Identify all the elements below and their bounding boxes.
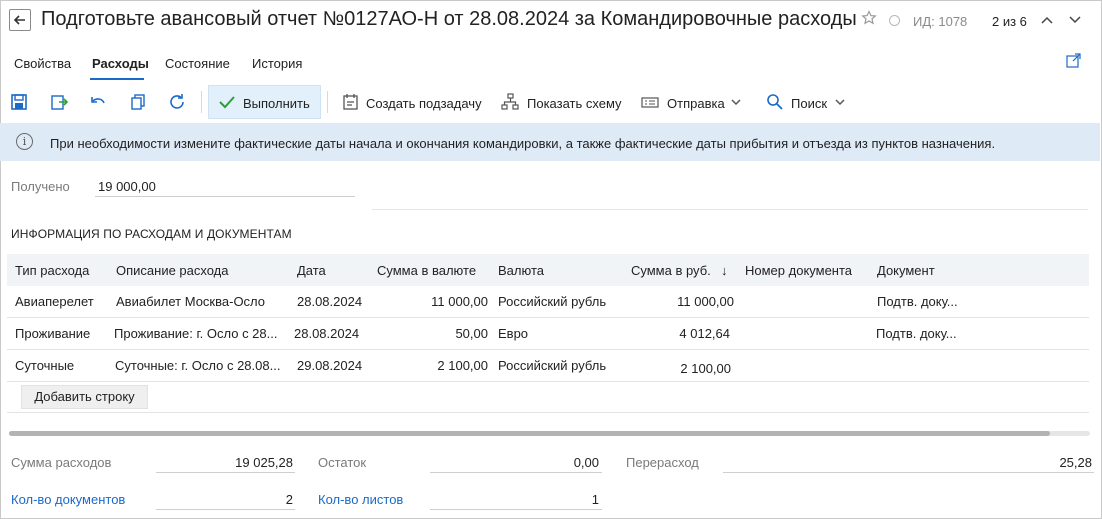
received-label: Получено <box>11 179 70 194</box>
divider <box>372 209 1088 210</box>
chevron-down-icon <box>835 99 845 106</box>
copy-icon[interactable] <box>129 93 147 111</box>
sheets-count-value[interactable]: 1 <box>430 492 599 507</box>
row-divider <box>7 349 1089 350</box>
chevron-down-icon <box>731 99 741 106</box>
cell-date[interactable]: 28.08.2024 <box>297 294 362 309</box>
cell-amount-rub[interactable]: 11 000,00 <box>634 294 734 309</box>
undo-icon[interactable] <box>89 93 107 111</box>
column-header-description[interactable]: Описание расхода <box>116 263 229 278</box>
back-button[interactable] <box>9 9 31 31</box>
remainder-value: 0,00 <box>573 455 599 470</box>
tab-state[interactable]: Состояние <box>165 56 230 71</box>
chevron-down-icon[interactable] <box>1068 13 1082 27</box>
toolbar-divider <box>327 91 328 113</box>
create-subtask-button[interactable]: Создать подзадачу <box>366 96 482 111</box>
cell-amount-currency[interactable]: 2 100,00 <box>389 358 488 373</box>
sort-arrow-icon: ↓ <box>721 263 728 278</box>
cell-amount-currency[interactable]: 11 000,00 <box>389 294 488 309</box>
cell-description[interactable]: Проживание: г. Осло с 28... <box>114 326 277 341</box>
cell-currency[interactable]: Евро <box>498 326 528 341</box>
column-header-amount-currency[interactable]: Сумма в валюте <box>377 263 476 278</box>
pager-text: 2 из 6 <box>992 14 1027 29</box>
add-row-button[interactable]: Добавить строку <box>21 385 148 409</box>
column-header-document[interactable]: Документ <box>877 263 935 278</box>
column-header-doc-number[interactable]: Номер документа <box>745 263 852 278</box>
column-header-type[interactable]: Тип расхода <box>15 263 89 278</box>
field-underline <box>430 472 602 473</box>
cell-description[interactable]: Суточные: г. Осло с 28.08... <box>115 358 280 373</box>
field-underline <box>156 509 295 510</box>
cell-amount-currency[interactable]: 50,00 <box>389 326 488 341</box>
cell-type[interactable]: Авиаперелет <box>15 294 94 309</box>
cell-document-link[interactable]: Подтв. доку... <box>876 326 957 341</box>
field-underline <box>430 509 602 510</box>
cell-date[interactable]: 28.08.2024 <box>294 326 359 341</box>
expenses-total-value: 19 025,28 <box>235 455 293 470</box>
cell-amount-rub[interactable]: 2 100,00 <box>631 361 731 376</box>
save-icon[interactable] <box>10 93 28 111</box>
column-header-date[interactable]: Дата <box>297 263 326 278</box>
field-underline <box>723 472 1094 473</box>
create-subtask-icon <box>343 94 358 110</box>
checkmark-icon <box>219 96 235 109</box>
record-id: ИД: 1078 <box>913 14 968 29</box>
cell-currency[interactable]: Российский рубль <box>498 358 606 373</box>
send-icon <box>641 97 659 108</box>
execute-button-label: Выполнить <box>243 96 310 111</box>
save-and-close-icon[interactable] <box>50 93 68 111</box>
remainder-label: Остаток <box>318 455 367 470</box>
status-circle-icon <box>889 15 900 26</box>
show-scheme-button[interactable]: Показать схему <box>527 96 622 111</box>
cell-date[interactable]: 29.08.2024 <box>297 358 362 373</box>
overspend-value: 25,28 <box>1059 455 1092 470</box>
row-divider <box>7 381 1089 382</box>
cell-type[interactable]: Суточные <box>15 358 74 373</box>
tab-history[interactable]: История <box>252 56 302 71</box>
received-value[interactable]: 19 000,00 <box>98 179 156 194</box>
arrow-left-icon <box>13 15 25 25</box>
cell-type[interactable]: Проживание <box>15 326 90 341</box>
overspend-label: Перерасход <box>626 455 699 470</box>
chevron-up-icon[interactable] <box>1040 13 1054 27</box>
column-header-amount-rub[interactable]: Сумма в руб. <box>631 263 711 278</box>
horizontal-scrollbar-thumb[interactable] <box>9 431 1050 436</box>
search-button[interactable]: Поиск <box>791 96 827 111</box>
info-banner-text: При необходимости измените фактические д… <box>50 136 996 151</box>
column-header-currency[interactable]: Валюта <box>498 263 544 278</box>
documents-count-value[interactable]: 2 <box>156 492 293 507</box>
scheme-icon <box>501 93 519 110</box>
info-icon: i <box>16 133 33 150</box>
cell-amount-rub[interactable]: 4 012,64 <box>630 326 730 341</box>
refresh-icon[interactable] <box>168 93 186 111</box>
section-title: ИНФОРМАЦИЯ ПО РАСХОДАМ И ДОКУМЕНТАМ <box>11 227 292 241</box>
toolbar-divider <box>201 91 202 113</box>
expenses-total-label: Сумма расходов <box>11 455 112 470</box>
field-underline <box>156 472 295 473</box>
received-field-underline <box>95 196 355 197</box>
tab-expenses[interactable]: Расходы <box>92 56 149 71</box>
star-icon[interactable] <box>861 10 877 26</box>
open-new-window-icon[interactable] <box>1066 53 1081 68</box>
cell-currency[interactable]: Российский рубль <box>498 294 606 309</box>
cell-description[interactable]: Авиабилет Москва-Осло <box>116 294 265 309</box>
row-divider <box>7 412 1089 413</box>
tab-properties[interactable]: Свойства <box>14 56 71 71</box>
send-button[interactable]: Отправка <box>667 96 725 111</box>
sheets-count-link[interactable]: Кол-во листов <box>318 492 403 507</box>
documents-count-link[interactable]: Кол-во документов <box>11 492 125 507</box>
search-icon <box>767 94 783 110</box>
row-divider <box>7 317 1089 318</box>
active-tab-indicator <box>90 78 144 80</box>
cell-document-link[interactable]: Подтв. доку... <box>877 294 958 309</box>
page-title: Подготовьте авансовый отчет №0127АО-Н от… <box>41 8 857 30</box>
